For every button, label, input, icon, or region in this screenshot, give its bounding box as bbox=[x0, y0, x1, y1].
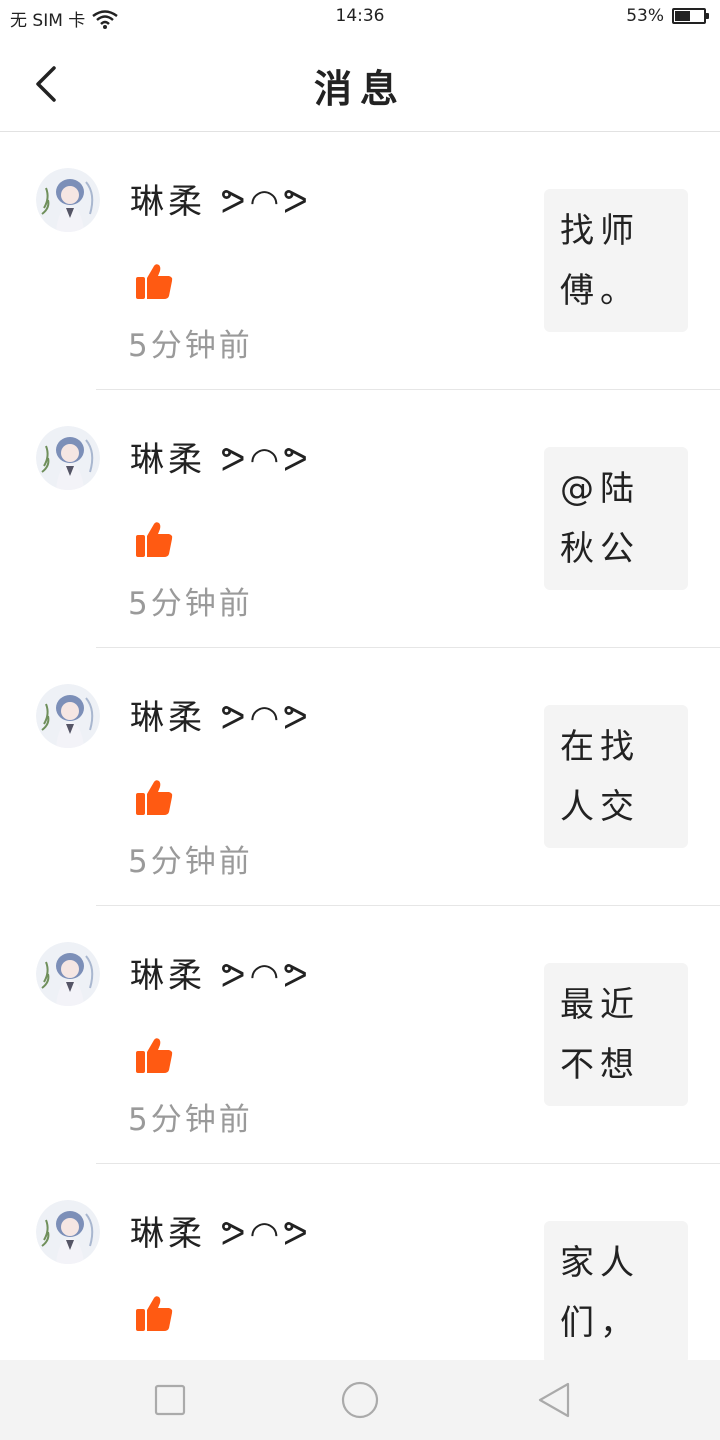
thumbs-up-icon bbox=[136, 780, 173, 815]
message-item[interactable]: 琳柔 ᕗ◠ᕗ 5分钟前 在找人交 bbox=[0, 648, 720, 906]
avatar[interactable] bbox=[36, 426, 100, 490]
home-button[interactable] bbox=[340, 1380, 380, 1420]
avatar-image bbox=[36, 942, 100, 1006]
recent-apps-button[interactable] bbox=[150, 1380, 190, 1420]
battery-icon bbox=[672, 8, 709, 24]
message-preview[interactable]: 家人们， bbox=[544, 1221, 688, 1364]
battery-fill bbox=[675, 11, 690, 21]
avatar[interactable] bbox=[36, 942, 100, 1006]
avatar[interactable] bbox=[36, 684, 100, 748]
circle-icon bbox=[341, 1381, 379, 1419]
battery-percent: 53% bbox=[626, 6, 664, 26]
message-item[interactable]: 琳柔 ᕗ◠ᕗ 5分钟前 @陆秋公 bbox=[0, 390, 720, 648]
thumbs-up-icon bbox=[136, 1296, 173, 1331]
header: 消息 bbox=[0, 34, 720, 132]
message-preview[interactable]: 找师傅。 bbox=[544, 189, 688, 332]
avatar-image bbox=[36, 1200, 100, 1264]
system-nav-bar bbox=[0, 1360, 720, 1440]
status-bar: 无 SIM 卡 14:36 53% bbox=[0, 0, 720, 34]
message-time: 5分钟前 bbox=[128, 844, 253, 880]
message-item[interactable]: 琳柔 ᕗ◠ᕗ 5分钟前 找师傅。 bbox=[0, 132, 720, 390]
message-preview[interactable]: 在找人交 bbox=[544, 705, 688, 848]
username[interactable]: 琳柔 ᕗ◠ᕗ bbox=[130, 1206, 312, 1255]
username[interactable]: 琳柔 ᕗ◠ᕗ bbox=[130, 690, 312, 739]
status-right: 53% bbox=[626, 6, 709, 26]
triangle-back-icon bbox=[538, 1382, 570, 1418]
avatar[interactable] bbox=[36, 1200, 100, 1264]
square-icon bbox=[154, 1384, 186, 1416]
avatar-image bbox=[36, 426, 100, 490]
thumbs-up-icon bbox=[136, 264, 173, 299]
back-nav-button[interactable] bbox=[534, 1380, 574, 1420]
thumbs-up-icon bbox=[136, 522, 173, 557]
thumbs-up-icon bbox=[136, 1038, 173, 1073]
message-preview[interactable]: @陆秋公 bbox=[544, 447, 688, 590]
message-time: 5分钟前 bbox=[128, 586, 253, 622]
avatar-image bbox=[36, 168, 100, 232]
avatar-image bbox=[36, 684, 100, 748]
message-item[interactable]: 琳柔 ᕗ◠ᕗ 5分钟前 最近不想 bbox=[0, 906, 720, 1164]
message-list: 琳柔 ᕗ◠ᕗ 5分钟前 找师傅。 琳柔 ᕗ◠ᕗ 5分钟前 @陆秋公 琳柔 ᕗ◠ᕗ… bbox=[0, 132, 720, 1422]
username[interactable]: 琳柔 ᕗ◠ᕗ bbox=[130, 432, 312, 481]
page-title: 消息 bbox=[313, 67, 406, 111]
status-time: 14:36 bbox=[335, 6, 385, 26]
avatar[interactable] bbox=[36, 168, 100, 232]
message-preview[interactable]: 最近不想 bbox=[544, 963, 688, 1106]
message-time: 5分钟前 bbox=[128, 1102, 253, 1138]
username[interactable]: 琳柔 ᕗ◠ᕗ bbox=[130, 174, 312, 223]
message-time: 5分钟前 bbox=[128, 328, 253, 364]
username[interactable]: 琳柔 ᕗ◠ᕗ bbox=[130, 948, 312, 997]
